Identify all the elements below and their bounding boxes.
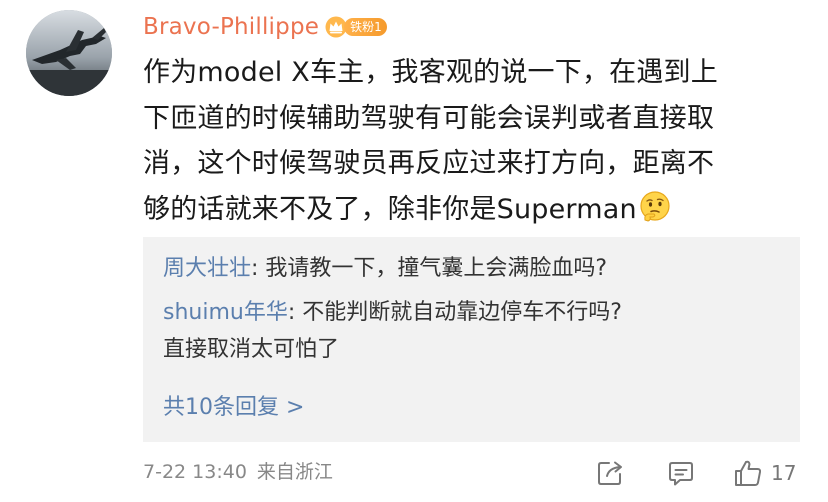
comment-content: 作为model X车主，我客观的说一下，在遇到上 下匝道的时候辅助驾驶有可能会误…: [143, 50, 803, 232]
content-line-text: 够的话就来不及了，除非你是Superman: [143, 193, 637, 225]
comment-source: 来自浙江: [256, 461, 333, 483]
reply-item[interactable]: shuimu年华: 不能判断就自动靠边停车不行吗?: [163, 295, 622, 331]
reply-separator: :: [287, 300, 303, 325]
thinking-face-emoji-icon: [640, 190, 670, 222]
reply-author[interactable]: 周大壮壮: [163, 256, 251, 281]
avatar[interactable]: [26, 10, 112, 96]
reply-text-continued: 直接取消太可怕了: [163, 337, 340, 362]
reply-author[interactable]: shuimu年华: [163, 300, 288, 325]
reply-text: 不能判断就自动靠边停车不行吗?: [302, 300, 622, 325]
fighter-jet-avatar-icon: [26, 10, 112, 96]
fan-badge-label: 铁粉1: [344, 18, 387, 36]
comment-meta: 7-22 13:40 来自浙江: [143, 459, 333, 485]
content-line: 下匝道的时候辅助驾驶有可能会误判或者直接取: [143, 102, 715, 134]
content-line-last: 够的话就来不及了，除非你是Superman: [143, 187, 803, 233]
share-button[interactable]: [596, 457, 624, 489]
author-name[interactable]: Bravo-Phillippe: [143, 14, 319, 40]
like-count: 17: [771, 461, 797, 485]
reply-preview-box[interactable]: 周大壮壮: 我请教一下，撞气囊上会满脸血吗? shuimu年华: 不能判断就自动…: [143, 237, 800, 442]
share-icon: [598, 461, 622, 485]
like-button[interactable]: 17: [733, 457, 796, 489]
content-line: 消，这个时候驾驶员再反应过来打方向，距离不: [143, 148, 715, 179]
fan-badge[interactable]: 铁粉1: [325, 16, 387, 38]
comment-header: Bravo-Phillippe 铁粉1: [143, 12, 387, 42]
comment-footer: 7-22 13:40 来自浙江 17: [143, 455, 803, 491]
comment-icon: [669, 462, 693, 486]
content-line: 作为model X车主，我客观的说一下，在遇到上: [143, 57, 718, 88]
like-icon: [735, 460, 762, 486]
more-replies-link[interactable]: 共10条回复 >: [163, 392, 304, 424]
reply-text: 我请教一下，撞气囊上会满脸血吗?: [265, 256, 608, 281]
comment-time: 7-22 13:40: [143, 461, 247, 483]
comment-button[interactable]: [667, 457, 695, 489]
reply-separator: :: [251, 256, 266, 281]
reply-item[interactable]: 周大壮壮: 我请教一下，撞气囊上会满脸血吗?: [163, 251, 607, 287]
